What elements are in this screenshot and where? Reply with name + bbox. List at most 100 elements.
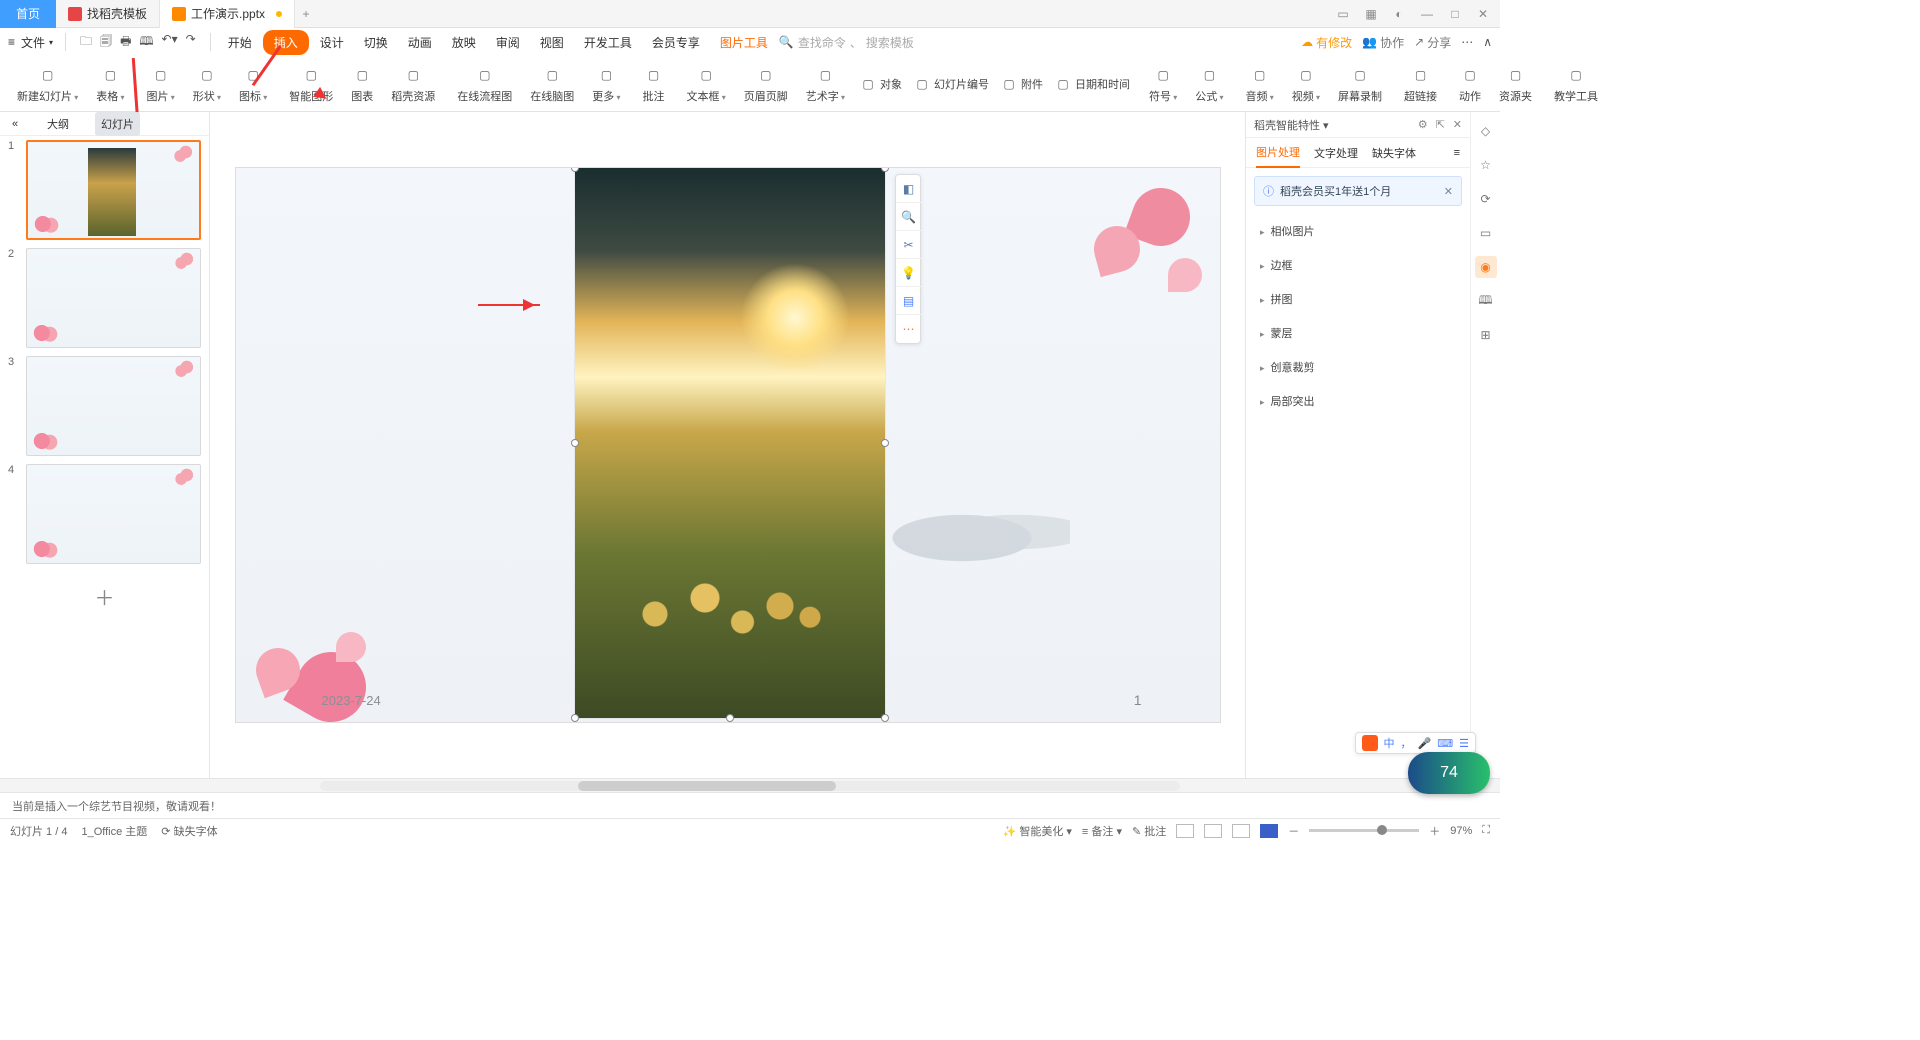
- rp-item-蒙层[interactable]: 蒙层: [1246, 316, 1470, 350]
- add-slide[interactable]: ＋: [0, 568, 209, 625]
- rail-icon-6[interactable]: 🕮: [1475, 290, 1497, 312]
- handle-se[interactable]: [881, 714, 889, 722]
- thumb-2[interactable]: [26, 248, 201, 348]
- collab-button[interactable]: 👥 协作: [1362, 34, 1404, 51]
- layout-icon[interactable]: ▭: [1334, 7, 1352, 21]
- apps-icon[interactable]: ▦: [1362, 7, 1380, 21]
- ribbon-教学工具[interactable]: ▢教学工具: [1545, 64, 1607, 104]
- tab-vip[interactable]: 会员专享: [643, 30, 709, 55]
- rail-icon-3[interactable]: ⟳: [1475, 188, 1497, 210]
- new-tab[interactable]: +: [295, 7, 317, 21]
- tab-transition[interactable]: 切换: [355, 30, 397, 55]
- gear-icon[interactable]: ⚙: [1418, 118, 1428, 131]
- rtab-fonts[interactable]: 缺失字体: [1372, 139, 1416, 167]
- ribbon-页眉页脚[interactable]: ▢页眉页脚: [735, 64, 797, 104]
- thumb-4-row[interactable]: 4: [0, 460, 209, 568]
- ime-menu-icon[interactable]: ☰: [1459, 737, 1469, 750]
- tab-animation[interactable]: 动画: [399, 30, 441, 55]
- thumb-2-row[interactable]: 2: [0, 244, 209, 352]
- more-icon[interactable]: ⋯: [896, 315, 922, 343]
- ribbon-文本框[interactable]: ▢文本框: [678, 64, 735, 104]
- hscroll-thumb[interactable]: [578, 781, 836, 791]
- tab-dev[interactable]: 开发工具: [575, 30, 641, 55]
- ime-bar[interactable]: 中 ， 🎤 ⌨ ☰: [1355, 732, 1476, 754]
- layout-icon[interactable]: ▤: [896, 287, 922, 315]
- ribbon-稻壳资源[interactable]: ▢稻壳资源: [382, 64, 444, 104]
- rtab-image[interactable]: 图片处理: [1256, 138, 1300, 168]
- ime-punct[interactable]: ，: [1401, 735, 1412, 751]
- rp-item-局部突出[interactable]: 局部突出: [1246, 384, 1470, 418]
- ribbon-幻灯片编号[interactable]: ▢幻灯片编号: [908, 76, 995, 92]
- vip-notice[interactable]: ⓘ 稻壳会员买1年送1个月 ✕: [1254, 176, 1462, 206]
- view-normal[interactable]: [1176, 824, 1194, 838]
- handle-sw[interactable]: [571, 714, 579, 722]
- ribbon-在线流程图[interactable]: ▢在线流程图: [448, 64, 521, 104]
- ime-keyboard-icon[interactable]: ⌨: [1437, 737, 1453, 750]
- rail-icon-2[interactable]: ☆: [1475, 154, 1497, 176]
- ribbon-更多[interactable]: ▢更多: [583, 64, 629, 104]
- missing-fonts[interactable]: ⟳ 缺失字体: [161, 823, 217, 839]
- thumb-1[interactable]: [26, 140, 201, 240]
- command-search[interactable]: 🔍 查找命令、 搜索模板: [779, 34, 914, 51]
- ribbon-在线脑图[interactable]: ▢在线脑图: [521, 64, 583, 104]
- smart-beautify[interactable]: ✨ 智能美化 ▾: [1003, 823, 1072, 839]
- maximize-icon[interactable]: □: [1446, 7, 1464, 21]
- file-menu[interactable]: 文件▾: [17, 34, 57, 51]
- hscroll[interactable]: [0, 778, 1500, 792]
- ribbon-艺术字[interactable]: ▢艺术字: [797, 64, 854, 104]
- fit-icon[interactable]: ⛶: [1482, 824, 1490, 837]
- zoom-slider[interactable]: [1309, 829, 1419, 832]
- handle-w[interactable]: [571, 439, 579, 447]
- ribbon-表格[interactable]: ▢表格: [87, 64, 133, 104]
- idea-icon[interactable]: 💡: [896, 259, 922, 287]
- rail-icon-5[interactable]: ◉: [1475, 256, 1497, 278]
- thumb-4[interactable]: [26, 464, 201, 564]
- canvas[interactable]: 2023-7-24 1 ⟲ ◧ 🔍 ✂ 💡 ▤: [210, 112, 1245, 778]
- tab-document[interactable]: 工作演示.pptx: [160, 0, 295, 28]
- slide[interactable]: 2023-7-24 1 ⟲ ◧ 🔍 ✂ 💡 ▤: [236, 168, 1220, 722]
- ribbon-屏幕录制[interactable]: ▢屏幕录制: [1329, 64, 1391, 104]
- thumb-3-row[interactable]: 3: [0, 352, 209, 460]
- view-reading[interactable]: [1232, 824, 1250, 838]
- tab-outline[interactable]: 大纲: [41, 112, 75, 136]
- ribbon-日期和时间[interactable]: ▢日期和时间: [1049, 76, 1136, 92]
- handle-e[interactable]: [881, 439, 889, 447]
- modified-indicator[interactable]: ☁ 有修改: [1301, 34, 1352, 51]
- network-widget[interactable]: 74: [1408, 752, 1490, 794]
- rp-item-相似图片[interactable]: 相似图片: [1246, 214, 1470, 248]
- thumb-3[interactable]: [26, 356, 201, 456]
- view-sorter[interactable]: [1204, 824, 1222, 838]
- tab-slideshow[interactable]: 放映: [443, 30, 485, 55]
- layers-icon[interactable]: ◧: [896, 175, 922, 203]
- ribbon-图表[interactable]: ▢图表: [342, 64, 382, 104]
- tab-templates[interactable]: 找稻壳模板: [56, 0, 160, 28]
- hamburger-icon[interactable]: ≡: [8, 35, 15, 49]
- rtab-menu-icon[interactable]: ≡: [1454, 147, 1460, 159]
- open-icon[interactable]: 🗀: [80, 32, 92, 53]
- close-notice-icon[interactable]: ✕: [1444, 185, 1453, 198]
- tab-start[interactable]: 开始: [219, 30, 261, 55]
- zoom-out[interactable]: －: [1288, 823, 1299, 839]
- ime-voice-icon[interactable]: 🎤: [1418, 737, 1432, 750]
- zoom-icon[interactable]: 🔍: [896, 203, 922, 231]
- preview-icon[interactable]: 🕮: [139, 32, 153, 53]
- undo-icon[interactable]: ↶▾: [162, 32, 178, 53]
- handle-nw[interactable]: [571, 168, 579, 172]
- rail-icon-4[interactable]: ▭: [1475, 222, 1497, 244]
- rp-item-创意裁剪[interactable]: 创意裁剪: [1246, 350, 1470, 384]
- print-icon[interactable]: 🖶: [120, 32, 131, 53]
- ribbon-附件[interactable]: ▢附件: [995, 76, 1049, 92]
- theme-name[interactable]: 1_Office 主题: [81, 823, 147, 839]
- ribbon-资源夹[interactable]: ▢资源夹: [1490, 64, 1541, 104]
- ribbon-超链接[interactable]: ▢超链接: [1395, 64, 1446, 104]
- share-button[interactable]: ↗ 分享: [1414, 34, 1451, 51]
- thumb-1-row[interactable]: 1: [0, 136, 209, 244]
- ribbon-新建幻灯片[interactable]: ▢新建幻灯片: [8, 64, 87, 104]
- more-icon[interactable]: ⋯: [1461, 35, 1473, 49]
- save-icon[interactable]: 🗐: [100, 32, 112, 53]
- collapse-pane-icon[interactable]: «: [6, 114, 24, 134]
- close-icon[interactable]: ✕: [1474, 7, 1492, 21]
- tab-view[interactable]: 视图: [531, 30, 573, 55]
- comments-toggle[interactable]: ✎ 批注: [1132, 823, 1166, 839]
- ribbon-符号[interactable]: ▢符号: [1140, 64, 1186, 104]
